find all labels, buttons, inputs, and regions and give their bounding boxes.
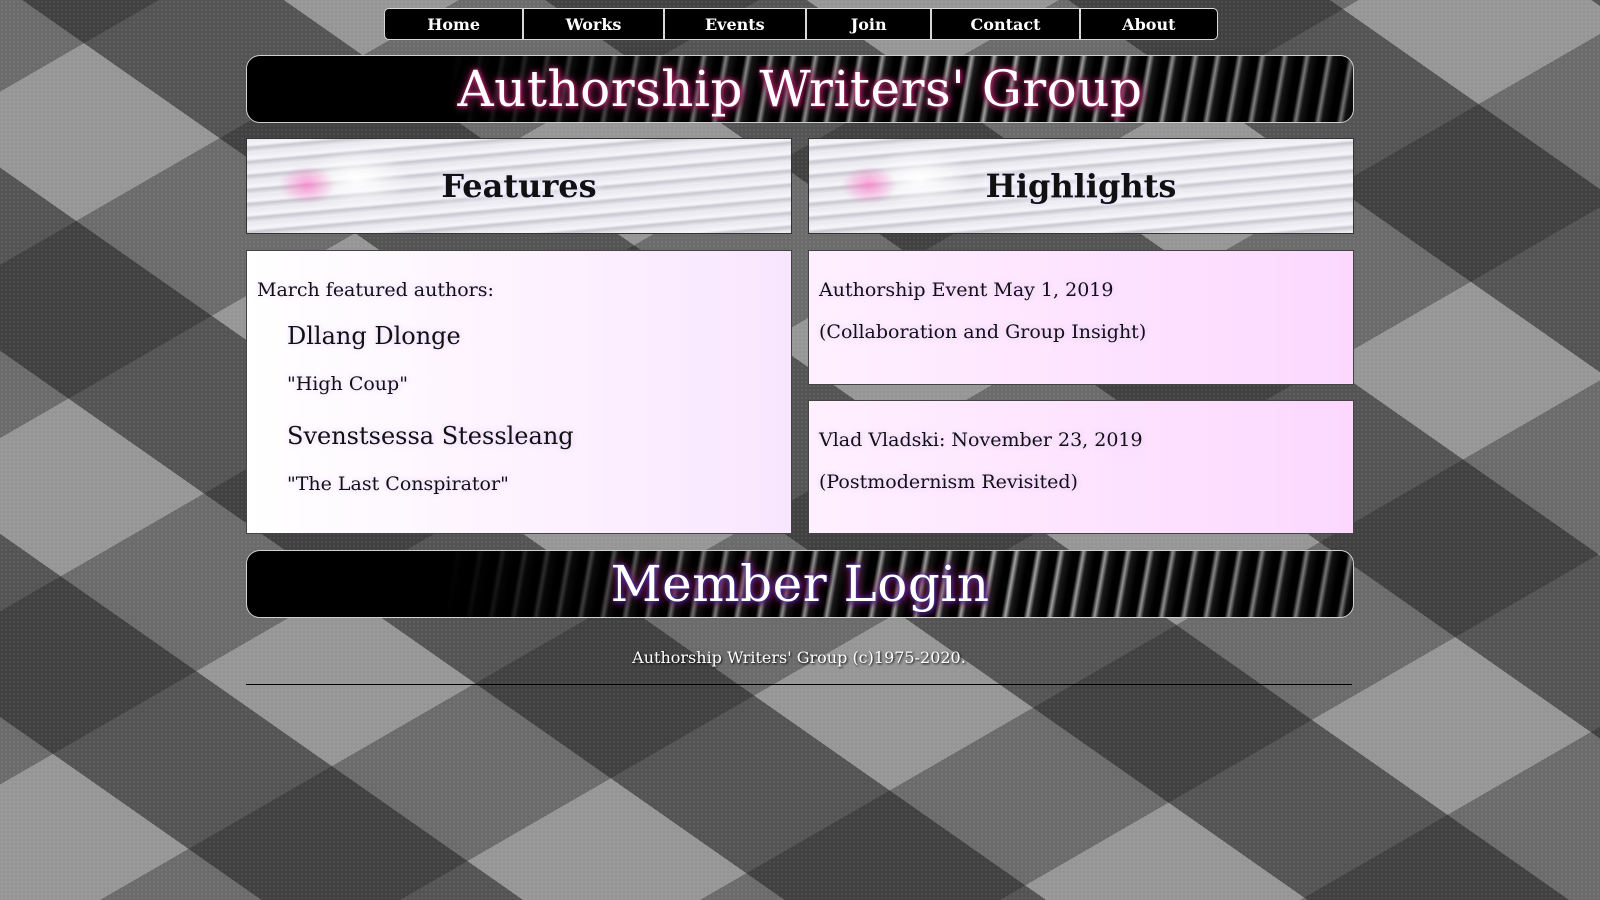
nav-home[interactable]: Home — [385, 9, 525, 39]
background-tiles — [0, 0, 1600, 900]
highlights-heading: Highlights — [985, 167, 1177, 205]
footer-divider — [246, 684, 1352, 685]
nav-events[interactable]: Events — [665, 9, 807, 39]
header-banner: Authorship Writers' Group — [246, 55, 1354, 123]
event-title: Authorship Event May 1, 2019 — [819, 279, 1114, 301]
nav-contact[interactable]: Contact — [932, 9, 1081, 39]
features-header: Features — [246, 138, 792, 234]
featured-intro: March featured authors: — [257, 279, 494, 301]
nav-join[interactable]: Join — [807, 9, 933, 39]
highlight-event-card: Authorship Event May 1, 2019 (Collaborat… — [808, 250, 1354, 385]
event-subtitle: (Postmodernism Revisited) — [819, 471, 1078, 493]
author-work: "High Coup" — [287, 373, 408, 395]
event-title: Vlad Vladski: November 23, 2019 — [819, 429, 1143, 451]
highlights-header: Highlights — [808, 138, 1354, 234]
footer-copyright: Authorship Writers' Group (c)1975-2020. — [632, 648, 966, 667]
nav-works[interactable]: Works — [524, 9, 665, 39]
member-login-button[interactable]: Member Login — [246, 550, 1354, 618]
event-subtitle: (Collaboration and Group Insight) — [819, 321, 1147, 343]
author-name[interactable]: Dllang Dlonge — [287, 321, 781, 351]
features-panel: March featured authors: Dllang Dlonge "H… — [246, 250, 792, 534]
nav-about[interactable]: About — [1081, 9, 1217, 39]
author-name[interactable]: Svenstsessa Stessleang — [287, 421, 781, 451]
member-login-label: Member Login — [610, 555, 990, 613]
features-heading: Features — [441, 167, 597, 205]
main-nav: Home Works Events Join Contact About — [384, 8, 1218, 40]
author-work: "The Last Conspirator" — [287, 473, 509, 495]
highlight-event-card: Vlad Vladski: November 23, 2019 (Postmod… — [808, 400, 1354, 534]
site-title: Authorship Writers' Group — [457, 60, 1143, 118]
